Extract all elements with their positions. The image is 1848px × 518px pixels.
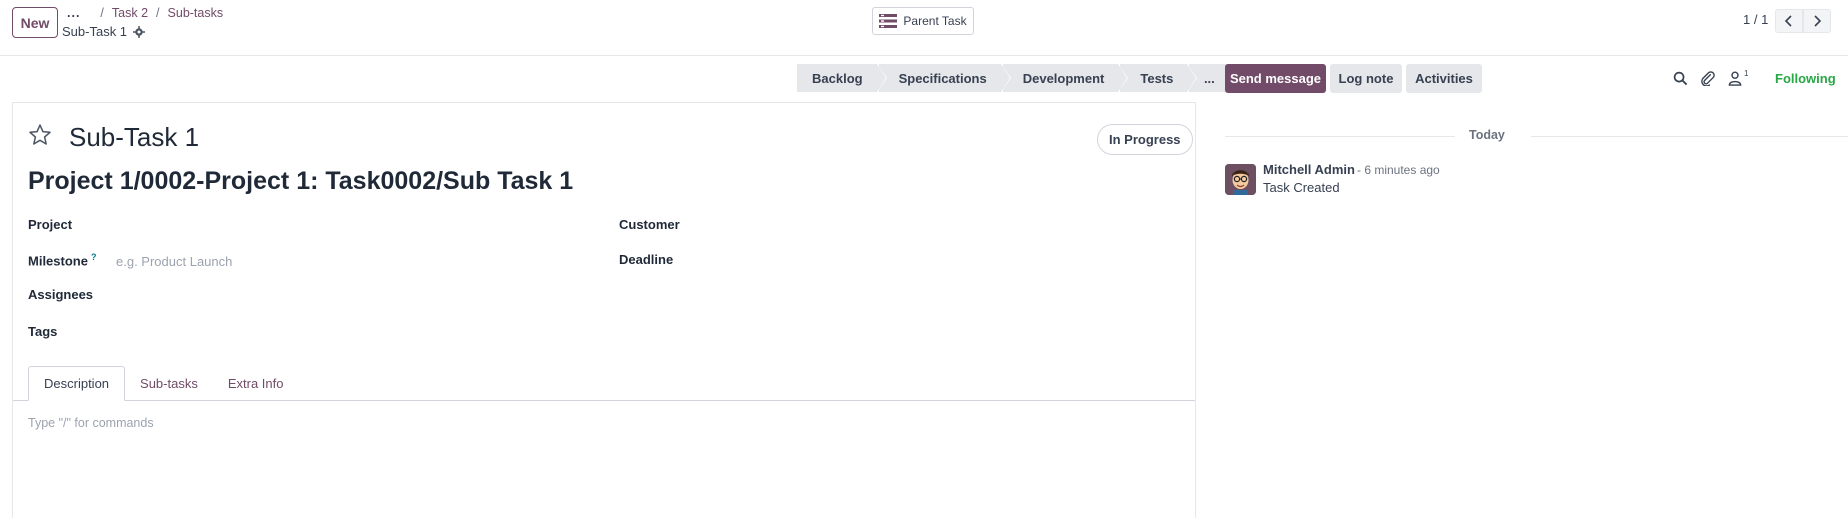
tags-label: Tags [28,324,58,339]
search-icon[interactable] [1673,71,1688,86]
task-name-input[interactable]: Sub-Task 1 [69,122,199,153]
log-note-button[interactable]: Log note [1330,64,1402,93]
milestone-input[interactable]: e.g. Product Launch [116,254,232,269]
stage-statusbar: Backlog Specifications Development Tests… [797,64,1230,92]
tab-extra-info[interactable]: Extra Info [213,366,299,401]
chevron-right-icon [1814,15,1822,27]
customer-label: Customer [619,217,680,232]
tasks-icon [879,14,898,28]
stage-tests[interactable]: Tests [1120,64,1198,92]
parent-task-button[interactable]: Parent Task [872,7,974,35]
breadcrumb-task-2[interactable]: Task 2 [112,6,148,20]
date-separator: Today [1457,128,1517,142]
record-title: Sub-Task 1 [62,24,146,39]
pager-value[interactable]: 1 / 1 [1743,12,1768,27]
pager-next-button[interactable] [1803,9,1831,33]
milestone-label-text: Milestone [28,253,88,269]
assignees-label: Assignees [28,287,94,302]
new-button[interactable]: New [12,7,58,38]
avatar[interactable] [1225,164,1256,195]
chevron-left-icon [1784,15,1792,27]
form-sheet: Sub-Task 1 In Progress Project 1/0002-Pr… [12,102,1196,518]
tab-description[interactable]: Description [28,366,126,401]
chatter-panel: Send message Log note Activities Today M… [1213,56,1848,518]
message-author[interactable]: Mitchell Admin [1263,162,1355,177]
breadcrumb: ... / Task 2 / Sub-tasks [67,6,224,20]
stage-specifications[interactable]: Specifications [878,64,1011,92]
message-time: - 6 minutes ago [1357,163,1440,177]
task-display-name: Project 1/0002-Project 1: Task0002/Sub T… [28,167,574,195]
message-body: Task Created [1263,180,1340,195]
parent-task-label: Parent Task [903,14,967,28]
activities-button[interactable]: Activities [1406,64,1482,93]
stage-backlog[interactable]: Backlog [797,64,887,92]
milestone-help-icon[interactable]: ? [91,252,97,262]
avatar-icon [1225,164,1256,195]
deadline-label: Deadline [619,252,674,267]
breadcrumb-sub-tasks[interactable]: Sub-tasks [168,6,224,20]
record-title-text: Sub-Task 1 [62,24,128,39]
description-editor[interactable]: Type "/" for commands [28,416,154,430]
gear-icon[interactable] [133,25,146,38]
tab-sub-tasks[interactable]: Sub-tasks [125,366,213,401]
notebook-tabs: Description Sub-tasks Extra Info [28,366,298,401]
pager-previous-button[interactable] [1775,9,1803,33]
stage-development[interactable]: Development [1002,64,1128,92]
project-label: Project [28,217,73,232]
star-icon[interactable] [28,123,52,147]
follower-count: 1 [1744,69,1749,78]
milestone-label: Milestone? [28,252,96,268]
control-panel: New ... / Task 2 / Sub-tasks Sub-Task 1 … [0,0,1848,56]
breadcrumb-ellipsis[interactable]: ... [67,6,80,20]
send-message-button[interactable]: Send message [1225,64,1326,93]
state-badge[interactable]: In Progress [1097,124,1193,155]
user-icon[interactable] [1728,71,1742,86]
paperclip-icon[interactable] [1700,71,1715,86]
following-button[interactable]: Following [1775,71,1836,86]
